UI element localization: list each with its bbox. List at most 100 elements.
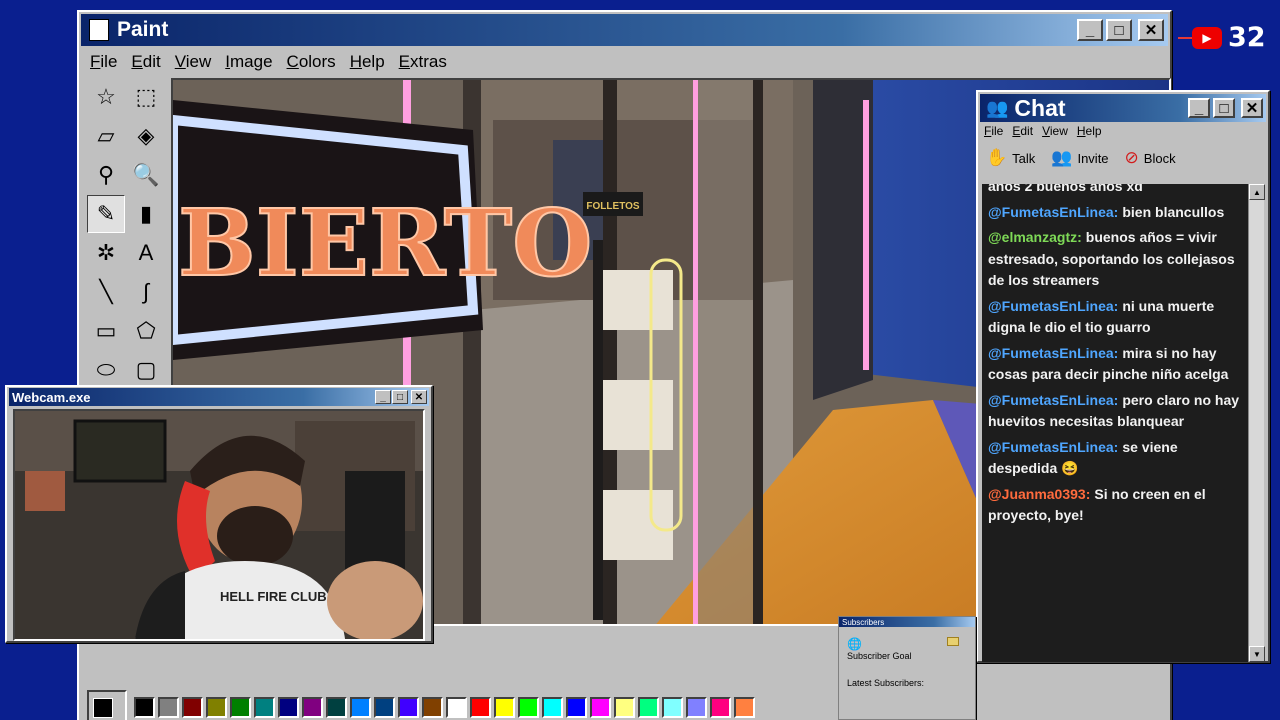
menu-colors[interactable]: Colors xyxy=(280,49,343,75)
chat-menu-help[interactable]: Help xyxy=(1077,124,1102,138)
palette-swatch[interactable] xyxy=(662,696,683,718)
palette-swatch[interactable] xyxy=(614,696,635,718)
chat-message: @elmanzagtz: buenos años = vivir estresad… xyxy=(988,227,1248,292)
tool-airbrush[interactable]: ✲ xyxy=(87,234,125,272)
menu-edit[interactable]: Edit xyxy=(124,49,167,75)
palette-swatch[interactable] xyxy=(470,696,491,718)
block-button[interactable]: ⊘ Block xyxy=(1125,148,1176,168)
palette-swatch[interactable] xyxy=(158,696,179,718)
chat-message: @FumetasEnLinea: mira si no hay cosas par… xyxy=(988,343,1248,386)
webcam-close-button[interactable]: ✕ xyxy=(411,390,427,404)
webcam-minimize-button[interactable]: _ xyxy=(375,390,391,404)
menu-view[interactable]: View xyxy=(168,49,219,75)
tool-rectangle-tool[interactable]: ▭ xyxy=(87,312,125,350)
globe-icon: 🌐 xyxy=(847,637,862,651)
palette-swatch[interactable] xyxy=(638,696,659,718)
chat-scrollbar[interactable]: ▲ ▼ xyxy=(1248,184,1265,662)
webcam-title: Webcam.exe xyxy=(12,389,91,405)
palette-swatch[interactable] xyxy=(734,696,755,718)
palette-swatch[interactable] xyxy=(230,696,251,718)
free-select-icon: ☆ xyxy=(96,84,116,109)
tool-magnifier[interactable]: 🔍 xyxy=(127,156,165,194)
palette-swatch[interactable] xyxy=(542,696,563,718)
folder-icon xyxy=(947,637,959,646)
palette-swatch[interactable] xyxy=(350,696,371,718)
chat-minimize-button[interactable]: _ xyxy=(1188,98,1210,118)
palette-swatch[interactable] xyxy=(302,696,323,718)
current-colors[interactable] xyxy=(87,690,127,720)
menu-help[interactable]: Help xyxy=(343,49,392,75)
menu-file[interactable]: File xyxy=(83,49,124,75)
palette-swatch[interactable] xyxy=(398,696,419,718)
talk-label: Talk xyxy=(1012,150,1036,166)
chat-menu-edit[interactable]: Edit xyxy=(1012,124,1033,138)
close-button[interactable]: ✕ xyxy=(1138,19,1164,41)
palette-swatch[interactable] xyxy=(374,696,395,718)
tool-brush[interactable]: ▮ xyxy=(127,195,165,233)
menu-extras[interactable]: Extras xyxy=(392,49,454,75)
invite-label: Invite xyxy=(1077,150,1109,166)
webcam-maximize-button[interactable]: □ xyxy=(392,390,408,404)
rack-label: FOLLETOS xyxy=(586,201,639,212)
paint-title: Paint xyxy=(117,18,169,41)
latest-subscribers-label: Latest Subscribers: xyxy=(847,678,925,688)
chat-close-button[interactable]: ✕ xyxy=(1241,98,1263,118)
paint-titlebar[interactable]: Paint _ □ ✕ xyxy=(81,14,1168,46)
chat-title: Chat xyxy=(1014,94,1066,121)
tool-color-picker[interactable]: ⚲ xyxy=(87,156,125,194)
tool-rounded-rect-tool[interactable]: ▢ xyxy=(127,351,165,389)
chat-username[interactable]: @FumetasEnLinea: xyxy=(988,392,1118,408)
palette-swatch[interactable] xyxy=(446,696,467,718)
youtube-count: 32 xyxy=(1228,22,1266,53)
chat-message-log[interactable]: años 2 buenos años xd @FumetasEnLinea: bie… xyxy=(982,184,1254,662)
chat-titlebar[interactable]: 👥 Chat _ □ ✕ xyxy=(980,94,1266,122)
palette-swatch[interactable] xyxy=(422,696,443,718)
minimize-button[interactable]: _ xyxy=(1077,19,1103,41)
palette-swatch[interactable] xyxy=(686,696,707,718)
subscriber-goal-label: Subscriber Goal xyxy=(847,651,912,661)
subscribers-title: Subscribers xyxy=(842,617,885,627)
tool-line-tool[interactable]: ╲ xyxy=(87,273,125,311)
tool-pencil[interactable]: ✎ xyxy=(87,195,125,233)
chat-menu-file[interactable]: File xyxy=(984,124,1003,138)
palette-swatch[interactable] xyxy=(326,696,347,718)
palette-swatch[interactable] xyxy=(518,696,539,718)
palette-swatch[interactable] xyxy=(134,696,155,718)
chat-username[interactable]: @FumetasEnLinea: xyxy=(988,345,1118,361)
polygon-tool-icon: ⬠ xyxy=(136,318,156,343)
scroll-up-arrow-icon[interactable]: ▲ xyxy=(1249,184,1265,200)
webcam-titlebar[interactable]: Webcam.exe _ □ ✕ xyxy=(9,388,429,406)
chat-username[interactable]: @FumetasEnLinea: xyxy=(988,439,1118,455)
palette-swatch[interactable] xyxy=(254,696,275,718)
maximize-button[interactable]: □ xyxy=(1106,19,1132,41)
menu-image[interactable]: Image xyxy=(218,49,279,75)
rectangle-tool-icon: ▭ xyxy=(95,318,117,343)
invite-button[interactable]: 👥 Invite xyxy=(1051,148,1108,168)
palette-swatch[interactable] xyxy=(182,696,203,718)
chat-maximize-button[interactable]: □ xyxy=(1213,98,1235,118)
chat-username[interactable]: @FumetasEnLinea: xyxy=(988,298,1118,314)
chat-username[interactable]: @Juanma0393: xyxy=(988,486,1090,502)
tool-eraser[interactable]: ▱ xyxy=(87,117,125,155)
tool-polygon-tool[interactable]: ⬠ xyxy=(127,312,165,350)
palette-swatch[interactable] xyxy=(278,696,299,718)
tool-fill-bucket[interactable]: ◈ xyxy=(127,117,165,155)
rect-select-icon: ⬚ xyxy=(135,84,157,109)
scroll-down-arrow-icon[interactable]: ▼ xyxy=(1249,646,1265,662)
palette-swatch[interactable] xyxy=(206,696,227,718)
tool-curve-tool[interactable]: ∫ xyxy=(127,273,165,311)
chat-menu-view[interactable]: View xyxy=(1042,124,1068,138)
palette-swatch[interactable] xyxy=(590,696,611,718)
talk-button[interactable]: ✋ Talk xyxy=(986,148,1035,168)
palette-swatch[interactable] xyxy=(566,696,587,718)
tool-ellipse-tool[interactable]: ⬭ xyxy=(87,351,125,389)
chat-username[interactable]: @FumetasEnLinea: xyxy=(988,204,1118,220)
tool-rect-select[interactable]: ⬚ xyxy=(127,78,165,116)
chat-username[interactable]: @elmanzagtz: xyxy=(988,229,1082,245)
palette-swatch[interactable] xyxy=(494,696,515,718)
palette-swatch[interactable] xyxy=(710,696,731,718)
tool-free-select[interactable]: ☆ xyxy=(87,78,125,116)
tool-text-tool[interactable]: A xyxy=(127,234,165,272)
talk-icon: ✋ xyxy=(986,148,1008,167)
pencil-icon: ✎ xyxy=(96,201,116,226)
